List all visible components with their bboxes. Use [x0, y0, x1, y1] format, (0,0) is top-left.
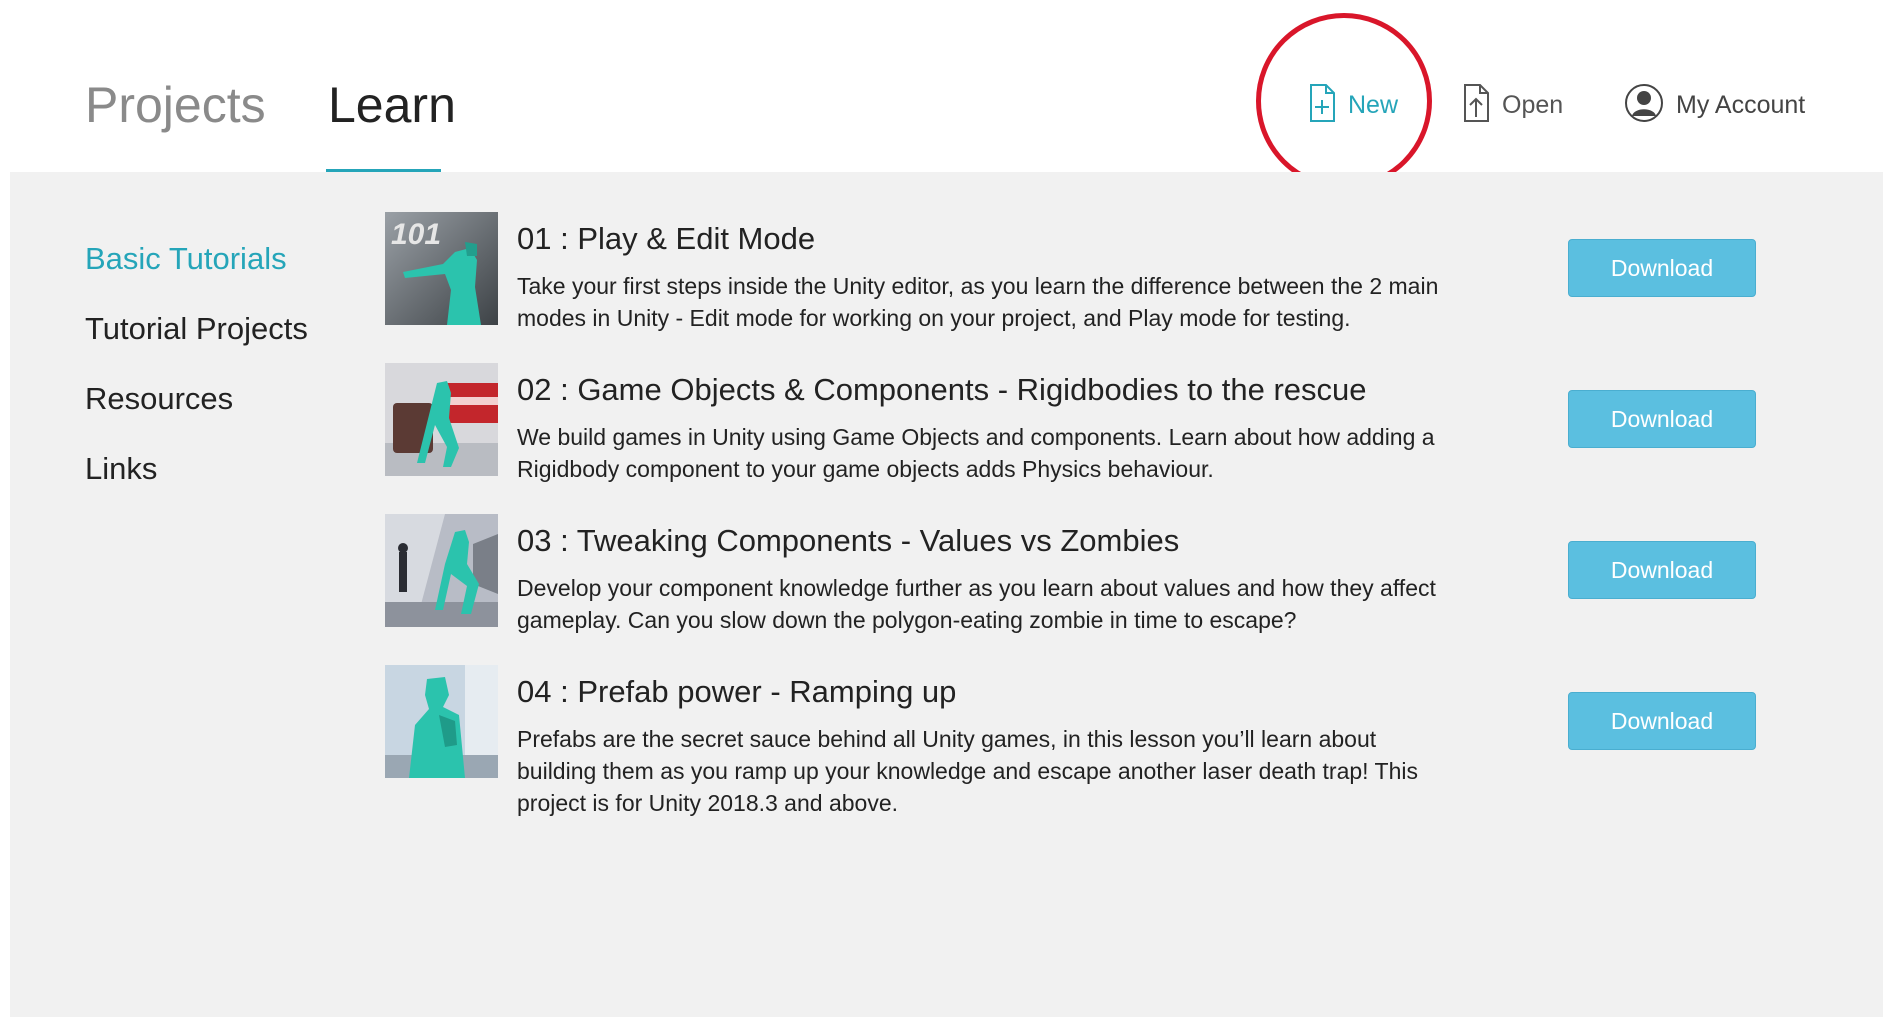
new-label: New	[1348, 90, 1399, 119]
tutorial-description: Prefabs are the secret sauce behind all …	[517, 726, 1418, 816]
download-button[interactable]: Download	[1568, 239, 1756, 297]
tutorial-description: Develop your component knowledge further…	[517, 575, 1436, 633]
sidebar-item-tutorial-projects[interactable]: Tutorial Projects	[85, 310, 308, 348]
tutorial-thumbnail	[385, 665, 498, 778]
sidebar-item-basic-tutorials[interactable]: Basic Tutorials	[85, 240, 308, 278]
learn-sidebar: Basic Tutorials Tutorial Projects Resour…	[85, 240, 308, 520]
account-avatar-icon	[1624, 83, 1664, 128]
download-button[interactable]: Download	[1568, 541, 1756, 599]
download-button[interactable]: Download	[1568, 390, 1756, 448]
tutorial-title: 03 : Tweaking Components - Values vs Zom…	[517, 523, 1180, 558]
tutorial-description: Take your first steps inside the Unity e…	[517, 273, 1439, 331]
sidebar-item-links[interactable]: Links	[85, 450, 308, 488]
tutorial-description: We build games in Unity using Game Objec…	[517, 424, 1435, 482]
tutorial-thumbnail	[385, 363, 498, 476]
tutorial-item: 03 : Tweaking Components - Values vs Zom…	[385, 514, 1785, 649]
tutorial-item: 04 : Prefab power - Ramping up Prefabs a…	[385, 665, 1785, 816]
my-account-button[interactable]: My Account	[1624, 82, 1805, 128]
top-header: Projects Learn New Open My Account	[0, 0, 1887, 189]
open-file-icon	[1462, 83, 1490, 128]
tab-learn[interactable]: Learn	[328, 75, 456, 135]
new-file-icon	[1308, 83, 1336, 128]
tutorial-title: 04 : Prefab power - Ramping up	[517, 674, 957, 709]
sidebar-item-resources[interactable]: Resources	[85, 380, 308, 418]
open-label: Open	[1502, 90, 1564, 119]
tutorial-thumbnail	[385, 514, 498, 627]
tab-projects[interactable]: Projects	[85, 75, 266, 135]
thumb-badge-text: 101	[391, 218, 441, 251]
tutorial-thumbnail: 101	[385, 212, 498, 325]
tutorial-title: 01 : Play & Edit Mode	[517, 221, 816, 256]
open-project-button[interactable]: Open	[1462, 82, 1563, 128]
tutorial-item: 101 01 : Play & Edit Mode Take your firs…	[385, 212, 1785, 347]
download-button[interactable]: Download	[1568, 692, 1756, 750]
tutorial-item: 02 : Game Objects & Components - Rigidbo…	[385, 363, 1785, 498]
new-project-button[interactable]: New	[1308, 82, 1398, 128]
tutorial-title: 02 : Game Objects & Components - Rigidbo…	[517, 372, 1367, 407]
learn-content-panel: Basic Tutorials Tutorial Projects Resour…	[10, 172, 1883, 1017]
my-account-label: My Account	[1676, 90, 1806, 119]
